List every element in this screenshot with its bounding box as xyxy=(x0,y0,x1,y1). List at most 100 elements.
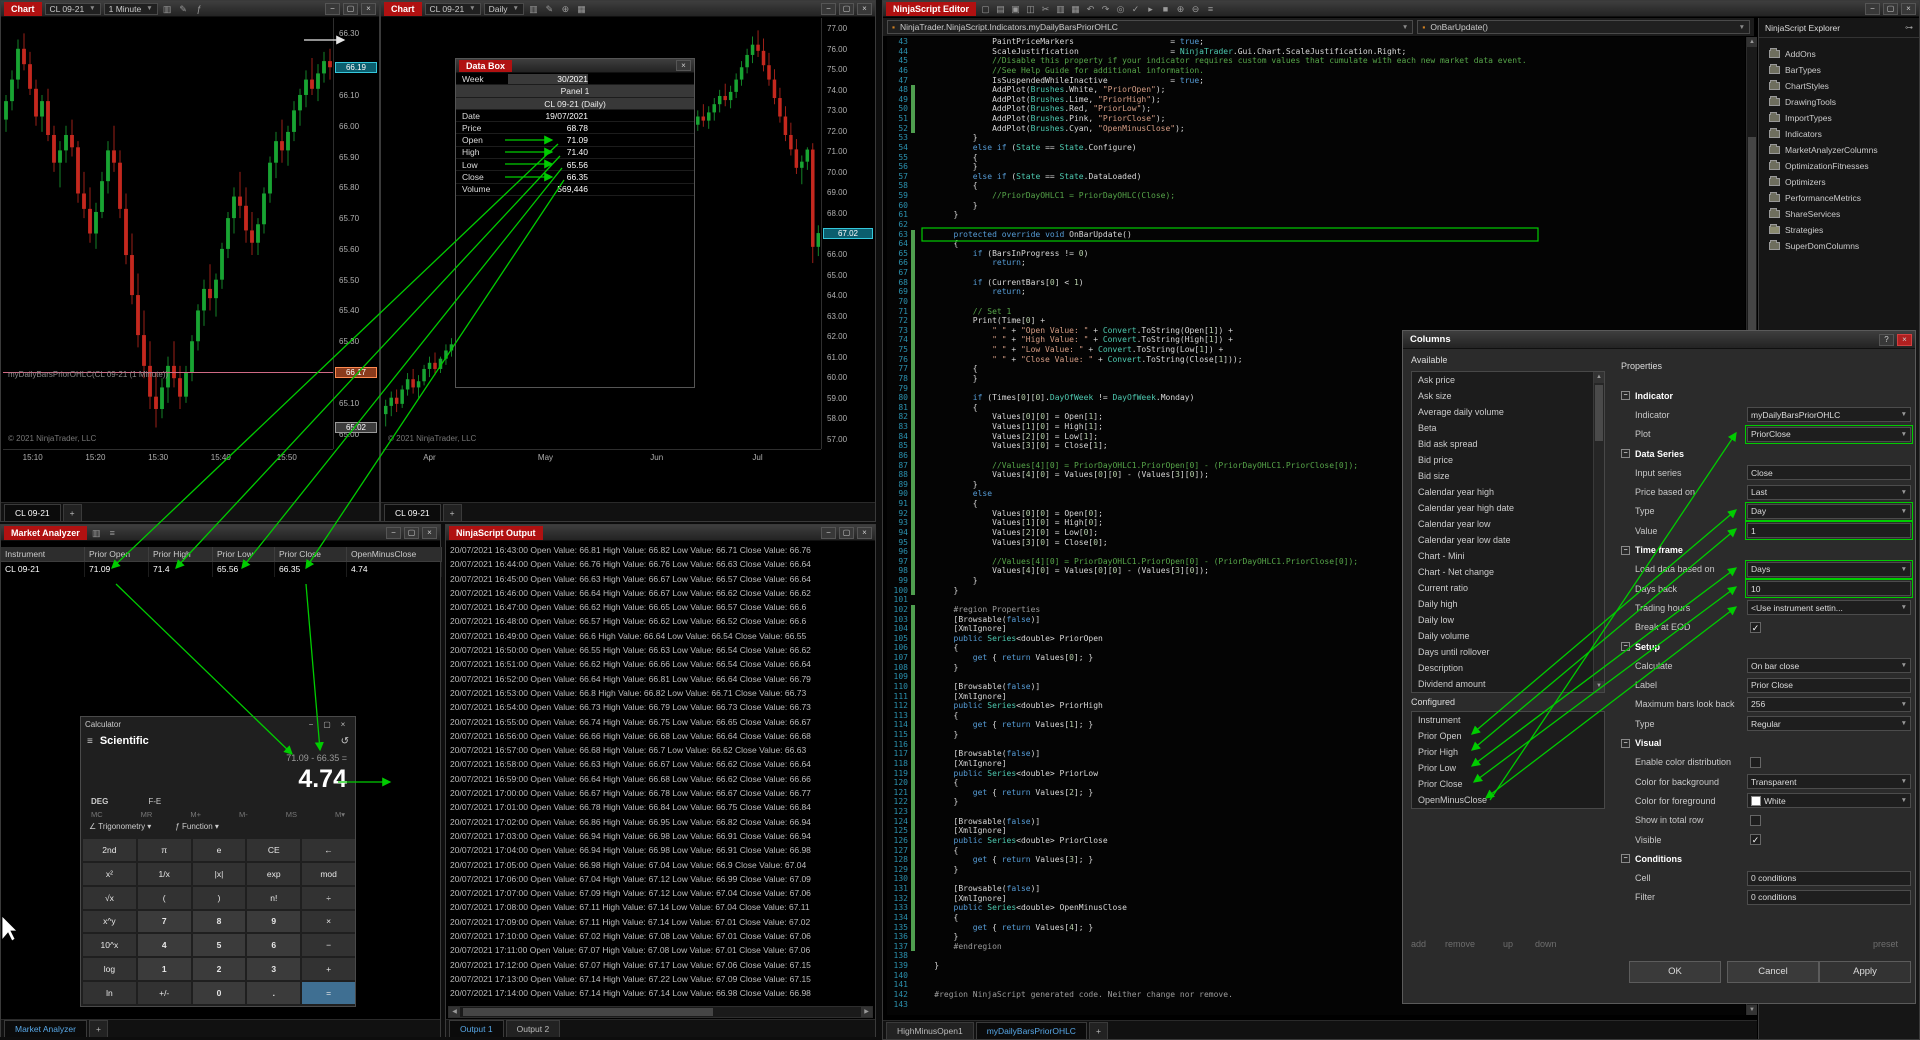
property-row[interactable]: Filter 0 conditions xyxy=(1621,888,1911,907)
column-header[interactable]: Instrument xyxy=(1,547,85,562)
memory-button-mc[interactable]: MC xyxy=(91,810,103,819)
calc-key-2[interactable]: 2 xyxy=(192,958,246,981)
chart1-time-axis[interactable]: 15:10 15:20 15:30 15:40 15:50 xyxy=(3,449,333,465)
columns-icon[interactable]: ▥ xyxy=(90,527,103,539)
cell[interactable]: 4.74 xyxy=(347,562,442,577)
code-line[interactable]: 72 Print(Time[0] + xyxy=(887,316,1745,326)
close-button[interactable]: × xyxy=(422,526,437,539)
maximize-button[interactable]: ▢ xyxy=(1883,2,1898,15)
calc-key-−[interactable]: − xyxy=(302,934,355,957)
document-dropdown[interactable]: ▪ NinjaTrader.NinjaScript.Indicators.myDa… xyxy=(887,20,1414,34)
calc-key-←[interactable]: ← xyxy=(302,839,355,861)
save-icon[interactable]: ▣ xyxy=(1009,3,1022,15)
close-button[interactable]: × xyxy=(857,526,872,539)
calc-key-mod[interactable]: mod xyxy=(302,862,355,885)
code-line[interactable]: 58 { xyxy=(887,181,1745,191)
code-line[interactable]: 53 } xyxy=(887,133,1745,143)
tree-item-optimizationfitnesses[interactable]: OptimizationFitnesses xyxy=(1759,158,1919,174)
compile-icon[interactable]: ✓ xyxy=(1129,3,1142,15)
chart2-add-tab-button[interactable]: + xyxy=(442,504,462,521)
calc-key-10^x[interactable]: 10^x xyxy=(83,934,136,957)
pencil-icon[interactable]: ✎ xyxy=(177,3,190,15)
calc-key-n![interactable]: n! xyxy=(247,886,301,909)
memory-button-m+[interactable]: M+ xyxy=(190,810,201,819)
cell[interactable]: 71.09 xyxy=(85,562,149,577)
tree-item-importtypes[interactable]: ImportTypes xyxy=(1759,110,1919,126)
code-line[interactable]: 71 // Set 1 xyxy=(887,306,1745,317)
tree-item-superdomcolumns[interactable]: SuperDomColumns xyxy=(1759,238,1919,254)
calc-key-e[interactable]: e xyxy=(192,839,246,861)
calc-key-|x|[interactable]: |x| xyxy=(192,862,246,885)
tree-item-chartstyles[interactable]: ChartStyles xyxy=(1759,78,1919,94)
calc-key-.[interactable]: . xyxy=(247,982,301,1004)
instrument-dropdown[interactable]: CL 09-21 ▼ xyxy=(424,2,481,15)
calc-key-4[interactable]: 4 xyxy=(137,934,191,957)
memory-button-mr[interactable]: MR xyxy=(141,810,153,819)
property-value-dropdown[interactable]: 10 xyxy=(1745,579,1913,599)
menu-icon[interactable]: ≡ xyxy=(1204,3,1217,15)
property-value-dropdown[interactable]: PriorClose ▼ xyxy=(1745,424,1913,444)
collapse-icon[interactable]: − xyxy=(1621,642,1630,652)
paste-icon[interactable]: ▦ xyxy=(1069,3,1082,15)
chart1-plot-area[interactable]: myDailyBarsPriorOHLC(CL 09-21 (1 Minute)… xyxy=(3,18,333,449)
find-icon[interactable]: ◎ xyxy=(1114,3,1127,15)
cell[interactable]: 66.35 xyxy=(275,562,347,577)
stop-icon[interactable]: ■ xyxy=(1159,3,1172,15)
calc-key-6[interactable]: 6 xyxy=(247,934,301,957)
column-header[interactable]: OpenMinusClose xyxy=(347,547,442,562)
calc-key-log[interactable]: log xyxy=(83,958,136,981)
calc-key-0[interactable]: 0 xyxy=(192,982,246,1004)
save-all-icon[interactable]: ◫ xyxy=(1024,3,1037,15)
maximize-button[interactable]: ▢ xyxy=(839,526,854,539)
close-button[interactable]: × xyxy=(1901,2,1916,15)
collapse-icon[interactable]: − xyxy=(1621,449,1630,459)
property-row[interactable]: Color for background Transparent ▼ xyxy=(1621,772,1911,791)
collapse-icon[interactable]: − xyxy=(1621,545,1630,555)
checkbox[interactable]: ✓ xyxy=(1750,834,1761,846)
chart1-instrument-tab[interactable]: CL 09-21 xyxy=(4,504,61,521)
property-value-dropdown[interactable]: White ▼ xyxy=(1747,793,1911,809)
calc-key-+/-[interactable]: +/- xyxy=(137,982,191,1004)
rows-icon[interactable]: ≡ xyxy=(106,527,119,539)
property-value-dropdown[interactable]: 1 xyxy=(1745,521,1913,541)
trigonometry-dropdown[interactable]: ∠ Trigonometry ▾ xyxy=(89,822,151,831)
tree-item-indicators[interactable]: Indicators xyxy=(1759,126,1919,142)
property-value-dropdown[interactable]: Day ▼ xyxy=(1745,501,1913,521)
code-line[interactable]: 46 //See Help Guide for additional infor… xyxy=(887,66,1745,76)
run-icon[interactable]: ▸ xyxy=(1144,3,1157,15)
minimize-button[interactable]: − xyxy=(821,526,836,539)
help-button[interactable]: ? xyxy=(1879,333,1894,346)
code-line[interactable]: 52 AddPlot(Brushes.Cyan, "OpenMinusClose… xyxy=(887,123,1745,134)
property-row[interactable]: Indicator myDailyBarsPriorOHLC ▼ xyxy=(1621,405,1911,424)
minimize-button[interactable]: − xyxy=(303,720,319,729)
code-line[interactable]: 67 xyxy=(887,268,1745,278)
code-line[interactable]: 63 protected override void OnBarUpdate() xyxy=(887,229,1745,240)
undo-icon[interactable]: ↶ xyxy=(1084,3,1097,15)
calc-key-2nd[interactable]: 2nd xyxy=(83,839,136,861)
code-line[interactable]: 65 if (BarsInProgress != 0) xyxy=(887,248,1745,259)
cut-icon[interactable]: ✂ xyxy=(1039,3,1052,15)
ok-button[interactable]: OK xyxy=(1629,961,1721,983)
column-header[interactable]: Prior Open xyxy=(85,547,149,562)
checkbox[interactable] xyxy=(1750,814,1761,826)
property-row[interactable]: Calculate On bar close ▼ xyxy=(1621,656,1911,675)
property-row[interactable]: Type Day ▼ xyxy=(1621,501,1913,521)
code-line[interactable]: 48 AddPlot(Brushes.White, "PriorOpen"); xyxy=(887,85,1745,95)
new-file-icon[interactable]: ▢ xyxy=(979,3,992,15)
editor-tab-mydailybarspriorohlc[interactable]: myDailyBarsPriorOHLC xyxy=(975,1022,1087,1039)
property-row[interactable]: Plot PriorClose ▼ xyxy=(1621,424,1913,444)
editor-add-tab-button[interactable]: + xyxy=(1088,1022,1108,1039)
property-row[interactable]: Show in total row xyxy=(1621,811,1911,830)
memory-button-ms[interactable]: MS xyxy=(286,810,297,819)
hamburger-menu-icon[interactable]: ≡ xyxy=(87,736,93,747)
chart2-price-axis[interactable]: 77.00 76.00 75.00 74.00 73.00 72.00 71.00 70.00… xyxy=(821,18,875,449)
maximize-button[interactable]: ▢ xyxy=(404,526,419,539)
close-button[interactable]: × xyxy=(857,2,872,15)
property-row[interactable]: Trading hours <Use instrument settin... ▼ xyxy=(1621,598,1911,617)
code-line[interactable]: 64 { xyxy=(887,239,1745,249)
property-row[interactable]: Days back 10 xyxy=(1621,579,1913,599)
property-value-dropdown[interactable]: 256 ▼ xyxy=(1747,696,1911,712)
memory-button-m-[interactable]: M- xyxy=(239,810,248,819)
redo-icon[interactable]: ↷ xyxy=(1099,3,1112,15)
property-row[interactable]: Color for foreground White ▼ xyxy=(1621,791,1911,810)
